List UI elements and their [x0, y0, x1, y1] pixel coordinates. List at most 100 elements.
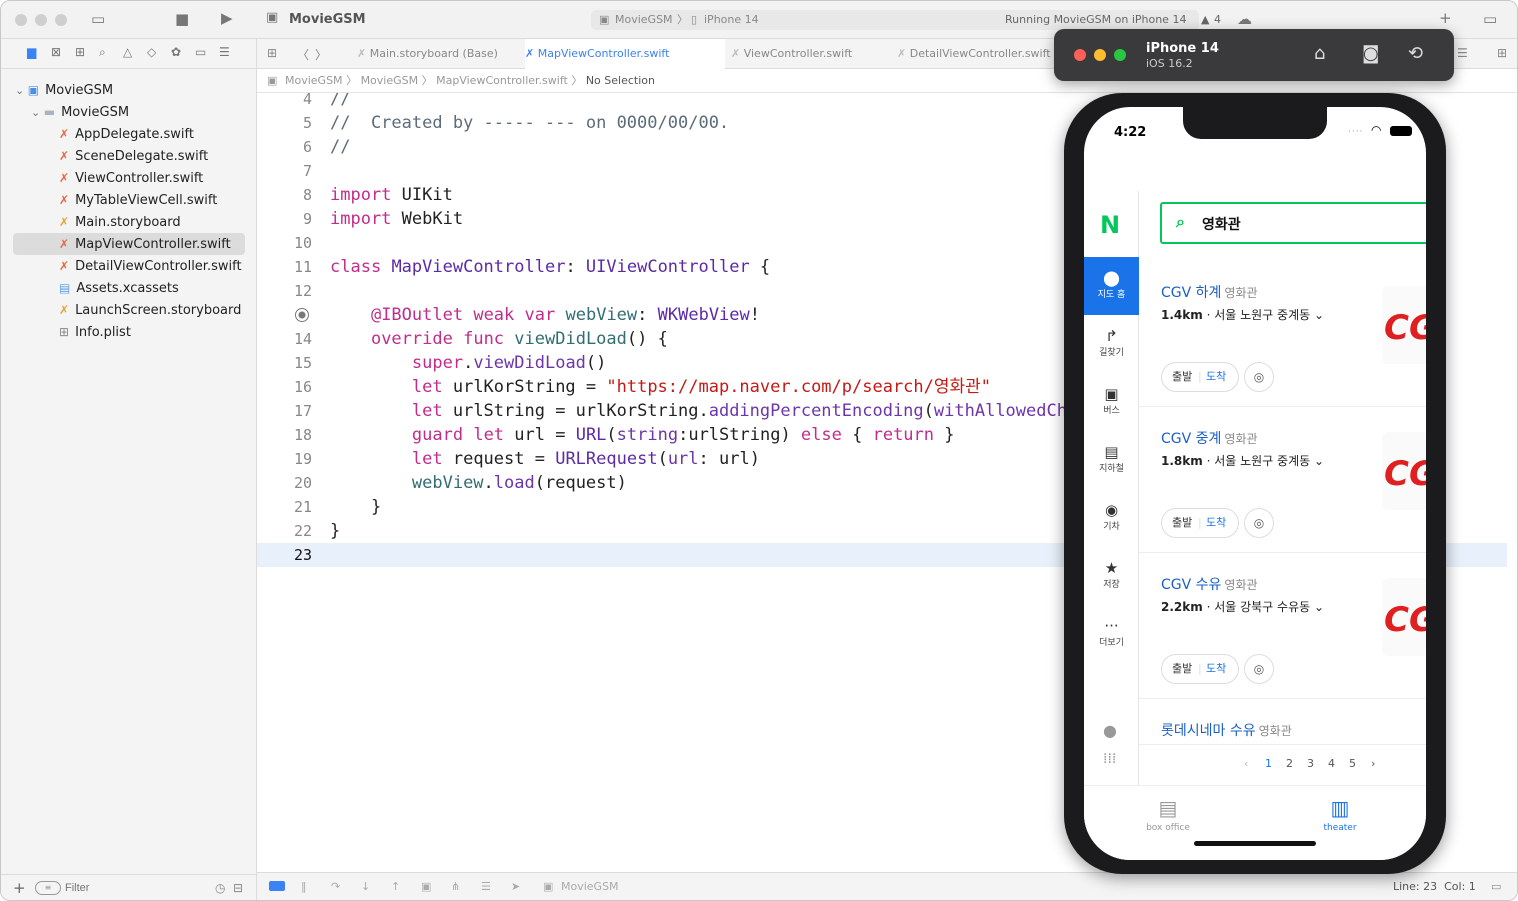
page-number[interactable]: 5 [1349, 757, 1356, 770]
sim-close-button[interactable] [1074, 49, 1086, 61]
recent-files-icon[interactable]: ◷ [215, 881, 225, 895]
page-number[interactable]: 2 [1286, 757, 1293, 770]
scheme-project[interactable]: MovieGSM [615, 10, 673, 30]
result-item[interactable]: CGV 중계영화관 1.8km · 서울 노원구 중계동 ⌄ 출발 | 도착 ◎ CG [1139, 408, 1426, 553]
source-control-icon[interactable]: ⊠ [51, 45, 61, 59]
naver-logo[interactable]: N [1100, 211, 1120, 239]
result-title[interactable]: CGV 중계 [1161, 431, 1221, 447]
line-number[interactable]: 22 [257, 519, 312, 543]
stop-icon[interactable]: ■ [175, 10, 189, 28]
cgv-logo-thumbnail[interactable]: CG [1382, 432, 1426, 510]
home-icon[interactable]: ⌂ [1314, 43, 1325, 64]
tab-theater[interactable]: ▥ theater [1290, 796, 1390, 833]
view-hierarchy-icon[interactable]: ▣ [421, 873, 431, 900]
close-window-button[interactable] [15, 14, 27, 26]
warning-icon[interactable]: ▲ [1201, 10, 1209, 30]
sidebar-item[interactable]: ◉ 기차 [1084, 489, 1139, 547]
file-tree-item[interactable]: ✗ MapViewController.swift [13, 233, 245, 255]
line-number[interactable]: 19 [257, 447, 312, 471]
breadcrumb-folder[interactable]: MovieGSM [361, 74, 419, 87]
breadcrumb-file[interactable]: MapViewController.swift [436, 74, 568, 87]
location-pin-icon[interactable]: ◎ [1244, 654, 1274, 684]
line-number[interactable]: 17 [257, 399, 312, 423]
result-title[interactable]: 롯데시네마 수유 [1161, 723, 1256, 739]
search-query[interactable]: 영화관 [1202, 214, 1241, 234]
page-number[interactable]: 3 [1307, 757, 1314, 770]
result-item[interactable]: CGV 수유영화관 2.2km · 서울 강북구 수유동 ⌄ 출발 | 도착 ◎ CG [1139, 554, 1426, 699]
file-tree-item[interactable]: ⊞ Info.plist [59, 321, 131, 343]
scm-filter-icon[interactable]: ⊟ [233, 881, 243, 895]
console-toggle-icon[interactable] [269, 881, 285, 891]
line-number[interactable]: 23 [257, 543, 312, 567]
folder-icon[interactable]: ▆ [27, 45, 36, 59]
sidebar-item[interactable]: ▣ 버스 [1084, 373, 1139, 431]
environment-icon[interactable]: ☰ [481, 873, 491, 900]
issue-icon[interactable]: △ [123, 45, 132, 59]
editor-options-icon[interactable]: ☰ [1457, 46, 1468, 60]
line-number[interactable]: 7 [257, 159, 312, 183]
arrive-button[interactable]: 도착 [1206, 655, 1226, 683]
sim-zoom-button[interactable] [1114, 49, 1126, 61]
line-number[interactable]: 14 [257, 327, 312, 351]
chevron-down-icon[interactable]: ⌄ [1314, 600, 1324, 614]
debug-icon[interactable]: ✿ [171, 45, 181, 59]
result-name[interactable]: 롯데시네마 수유 영화관 [1161, 720, 1292, 740]
page-number[interactable]: 1 [1265, 757, 1272, 770]
line-number[interactable]: 12 [257, 279, 312, 303]
file-tree-item[interactable]: ✗ DetailViewController.swift [59, 255, 242, 277]
sim-minimize-button[interactable] [1094, 49, 1106, 61]
cgv-logo-thumbnail[interactable]: CG [1382, 578, 1426, 656]
profile-icon[interactable]: ● [1103, 721, 1117, 740]
line-number[interactable]: 5 [257, 111, 312, 135]
arrive-button[interactable]: 도착 [1206, 363, 1226, 391]
file-tree-item[interactable]: ✗ Main.storyboard [59, 211, 181, 233]
apps-grid-icon[interactable]: ⁞⁞⁞ [1103, 751, 1116, 767]
minimize-window-button[interactable] [35, 14, 47, 26]
location-icon[interactable]: ➤ [511, 873, 520, 900]
editor-tab[interactable]: ✗ DetailViewController.swift [897, 39, 1057, 69]
scheme-device[interactable]: iPhone 14 [704, 10, 759, 30]
sidebar-item[interactable]: ▤ 지하철 [1084, 431, 1139, 489]
depart-button[interactable]: 출발 [1172, 509, 1192, 537]
breadcrumb-selection[interactable]: No Selection [586, 74, 655, 87]
result-item[interactable]: 롯데시네마 수유영화관운영 중 · 24:00에 운영 종료 [1139, 700, 1426, 745]
result-name[interactable]: CGV 중계 영화관 [1161, 428, 1258, 448]
add-icon[interactable]: + [1439, 9, 1452, 27]
line-number[interactable]: 18 [257, 423, 312, 447]
filter-input[interactable] [65, 880, 205, 896]
disclosure-chevron-icon[interactable]: ⌄ [15, 84, 28, 97]
editor-tab[interactable]: ✗ MapViewController.swift [525, 39, 725, 69]
breakpoint-icon[interactable]: ▭ [195, 45, 206, 59]
disclosure-chevron-icon[interactable]: ⌄ [31, 106, 44, 119]
filter-icon[interactable]: ≡ [35, 881, 61, 895]
line-number[interactable]: 8 [257, 183, 312, 207]
scheme-activity-bar[interactable]: ▣ MovieGSM 〉 ▯ iPhone 14 Running MovieGS… [591, 10, 1221, 30]
depart-button[interactable]: 출발 [1172, 655, 1192, 683]
line-number[interactable]: 20 [257, 471, 312, 495]
screenshot-icon[interactable]: ◙ [1362, 43, 1379, 64]
file-tree-item[interactable]: ✗ AppDelegate.swift [59, 123, 194, 145]
line-number[interactable]: 15 [257, 351, 312, 375]
chevron-down-icon[interactable]: ⌄ [1314, 308, 1324, 322]
step-in-icon[interactable]: ↓ [361, 873, 370, 900]
cgv-logo-thumbnail[interactable]: CG [1382, 286, 1426, 364]
search-icon[interactable]: ⌕ [99, 45, 106, 60]
pause-icon[interactable]: ‖ [301, 873, 307, 900]
forward-icon[interactable]: 〉 [315, 46, 327, 63]
step-out-icon[interactable]: ↑ [391, 873, 400, 900]
file-tree-item[interactable]: ✗ SceneDelegate.swift [59, 145, 208, 167]
line-number[interactable]: 16 [257, 375, 312, 399]
run-icon[interactable]: ▶ [221, 9, 233, 27]
sidebar-item[interactable]: ··· 더보기 [1084, 605, 1139, 663]
editor-tab[interactable]: ✗ ViewController.swift [731, 39, 895, 69]
file-tree-item[interactable]: ⌄ ▬ MovieGSM [31, 101, 129, 123]
sidebar-item[interactable]: ↱ 길찾기 [1084, 315, 1139, 373]
result-item[interactable]: CGV 하계영화관 1.4km · 서울 노원구 중계동 ⌄ 출발 | 도착 ◎ CG [1139, 262, 1426, 407]
chevron-down-icon[interactable]: ⌄ [1314, 454, 1324, 468]
test-icon[interactable]: ◇ [147, 45, 156, 59]
sidebar-item[interactable]: ⬤ 지도 홈 [1084, 257, 1139, 315]
result-title[interactable]: CGV 수유 [1161, 577, 1221, 593]
panel-toggle-icon[interactable]: ▭ [1491, 873, 1501, 900]
sidebar-item[interactable]: ★ 저장 [1084, 547, 1139, 605]
hierarchy-icon[interactable]: ⊞ [75, 45, 85, 59]
